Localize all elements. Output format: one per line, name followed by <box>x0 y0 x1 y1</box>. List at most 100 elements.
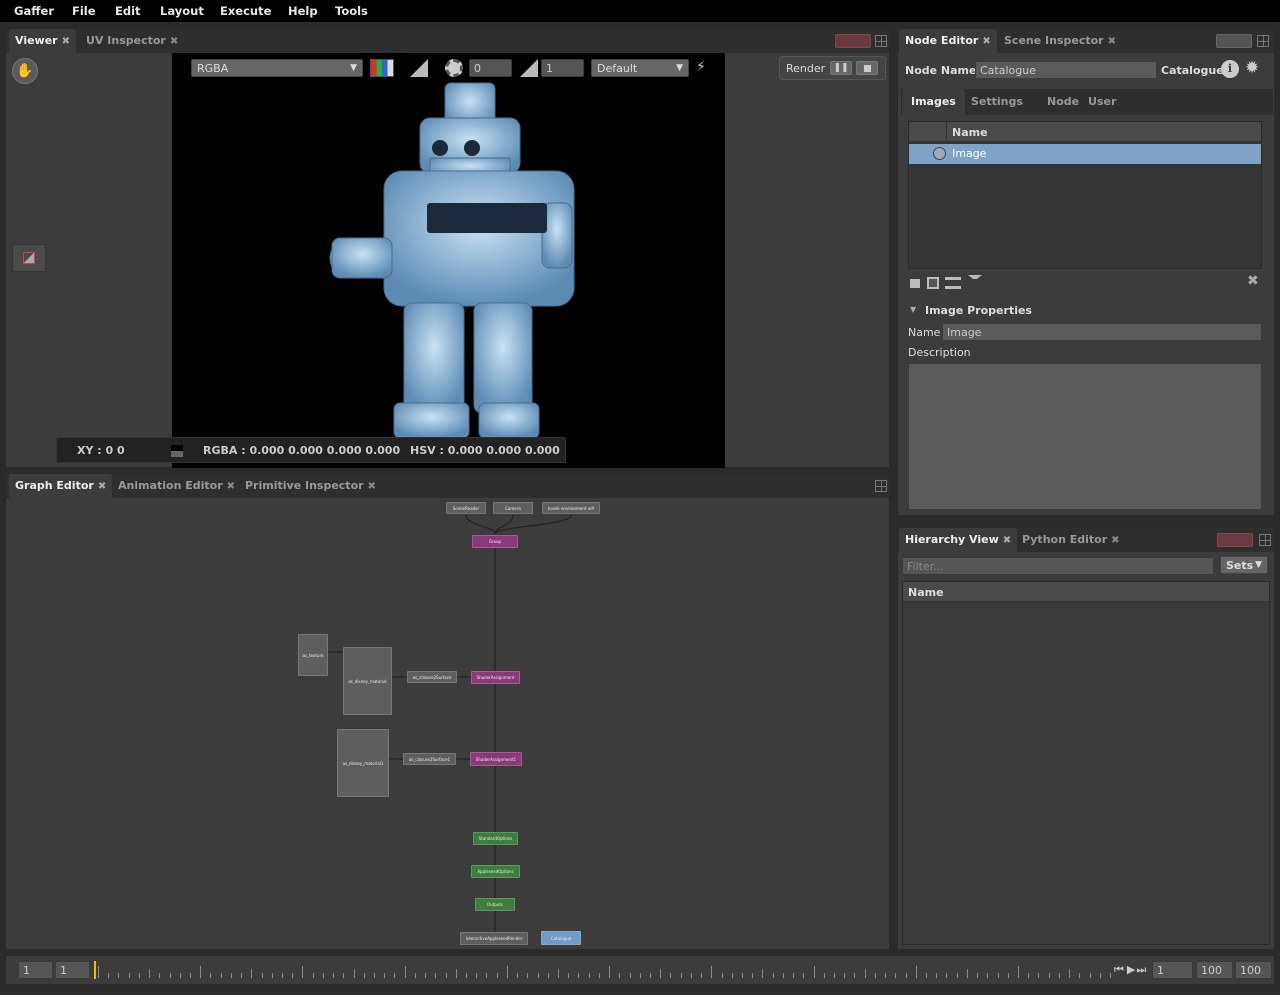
remove-icon[interactable]: ✖ <box>1247 273 1259 289</box>
layout-grid-icon[interactable] <box>875 480 887 492</box>
sets-dropdown[interactable]: Sets ▼ <box>1220 556 1268 574</box>
node-graph[interactable]: SceneReader Camera hosek environment edf… <box>6 498 889 949</box>
lightning-icon[interactable]: ⚡ <box>696 59 706 75</box>
graph-node-shaderassignment[interactable]: ShaderAssignment <box>471 671 520 684</box>
close-icon[interactable]: ✖ <box>368 481 376 492</box>
exposure-input[interactable]: 0 <box>469 59 512 77</box>
tab-node-editor[interactable]: Node Editor ✖ <box>899 29 997 53</box>
tab-hierarchy-view[interactable]: Hierarchy View ✖ <box>899 528 1018 552</box>
image-name-input[interactable]: Image <box>942 323 1262 341</box>
tab-scene-inspector[interactable]: Scene Inspector ✖ <box>998 29 1122 53</box>
close-icon[interactable]: ✖ <box>1003 535 1011 546</box>
close-icon[interactable]: ✖ <box>62 36 70 47</box>
menu-gaffer[interactable]: Gaffer <box>14 4 54 18</box>
skip-back-icon[interactable]: ⏮ <box>1114 963 1124 976</box>
info-icon[interactable]: i <box>1221 60 1239 78</box>
rgba-channel-icon[interactable] <box>370 59 394 77</box>
end-frame-input[interactable]: 100 <box>1235 961 1272 979</box>
graph-node-as-texture[interactable]: as_texture <box>298 634 328 676</box>
graph-node-scenereader[interactable]: SceneReader <box>446 502 486 514</box>
menu-execute[interactable]: Execute <box>220 4 271 18</box>
menu-help[interactable]: Help <box>288 4 318 18</box>
tab-primitive-inspector[interactable]: Primitive Inspector ✖ <box>239 474 382 498</box>
viewport[interactable] <box>172 53 725 468</box>
tab-node[interactable]: Node <box>1041 89 1085 115</box>
filter-input[interactable]: Filter... <box>902 557 1214 575</box>
aperture-icon[interactable] <box>445 59 463 77</box>
play-icon[interactable]: ▶ <box>1127 963 1136 976</box>
tab-animation-editor[interactable]: Animation Editor ✖ <box>112 474 241 498</box>
duplicate-icon[interactable] <box>927 277 939 289</box>
tab-viewer[interactable]: Viewer ✖ <box>9 29 76 53</box>
collapse-arrow-icon[interactable]: ▼ <box>910 305 916 314</box>
timeline-ruler[interactable] <box>98 962 1111 978</box>
node-name-input[interactable]: Catalogue <box>975 61 1157 79</box>
hand-tool-icon[interactable]: ✋ <box>12 58 38 84</box>
graph-node-group[interactable]: Group <box>472 535 518 548</box>
folder-icon[interactable] <box>910 279 920 288</box>
graph-node-standardoptions[interactable]: StandardOptions <box>473 832 518 845</box>
description-textarea[interactable] <box>908 363 1262 510</box>
skip-forward-icon[interactable]: ⏭ <box>1136 963 1146 976</box>
close-icon[interactable]: ✖ <box>98 481 106 492</box>
images-list[interactable]: Name Image <box>908 121 1262 269</box>
section-image-properties[interactable]: Image Properties <box>925 304 1032 317</box>
tab-settings[interactable]: Settings <box>965 89 1029 115</box>
graph-node-as-closure2surface1[interactable]: as_closure2Surface1 <box>403 753 456 765</box>
timeline-tick <box>782 973 784 978</box>
close-icon[interactable]: ✖ <box>1111 535 1119 546</box>
menu-layout[interactable]: Layout <box>160 4 204 18</box>
graph-node-interactiveappleseedrender[interactable]: InteractiveAppleseedRender <box>460 932 528 945</box>
hierarchy-tree[interactable]: Name <box>902 581 1270 945</box>
graph-node-appleseedoptions[interactable]: AppleseedOptions <box>471 865 520 878</box>
gamma-input[interactable]: 1 <box>541 59 584 77</box>
layout-grid-icon[interactable] <box>1257 35 1269 47</box>
graph-node-catalogue[interactable]: Catalogue <box>541 931 581 945</box>
menu-edit[interactable]: Edit <box>115 4 141 18</box>
menu-file[interactable]: File <box>72 4 96 18</box>
timeline-tick <box>455 969 457 978</box>
graph-node-as-closure2surface[interactable]: as_closure2Surface <box>407 671 457 683</box>
column-name[interactable]: Name <box>952 126 988 139</box>
close-icon[interactable]: ✖ <box>227 481 235 492</box>
list-item[interactable]: Image <box>909 144 1261 164</box>
playback-end-input[interactable]: 100 <box>1196 961 1233 979</box>
crop-tool-button[interactable] <box>12 244 46 272</box>
gear-icon[interactable]: ✹ <box>1245 58 1259 78</box>
timeline-tick <box>230 973 232 978</box>
layout-menu-button[interactable] <box>1217 533 1253 547</box>
tab-python-editor[interactable]: Python Editor ✖ <box>1016 528 1126 552</box>
pin-icon[interactable] <box>968 275 982 289</box>
graph-node-camera[interactable]: Camera <box>493 502 533 514</box>
tab-uv-inspector[interactable]: UV Inspector ✖ <box>80 29 184 53</box>
timeline-tick <box>190 973 191 978</box>
pause-button[interactable]: ❚❚ <box>830 61 852 75</box>
close-icon[interactable]: ✖ <box>982 36 990 47</box>
tab-user[interactable]: User <box>1082 89 1122 115</box>
start-frame-input[interactable]: 1 <box>18 961 53 979</box>
graph-node-environment-light[interactable]: hosek environment edf <box>542 502 600 514</box>
menu-tools[interactable]: Tools <box>335 4 368 18</box>
channels-dropdown[interactable]: RGBA ▼ <box>191 59 363 77</box>
layout-grid-icon[interactable] <box>875 35 887 47</box>
layout-menu-button[interactable] <box>1216 34 1252 48</box>
timeline-tick <box>1079 973 1081 978</box>
graph-node-outputs[interactable]: Outputs <box>475 898 515 911</box>
display-transform-dropdown[interactable]: Default ▼ <box>591 59 689 77</box>
close-icon[interactable]: ✖ <box>1108 36 1116 47</box>
tab-graph-editor[interactable]: Graph Editor ✖ <box>9 474 113 498</box>
graph-node-shaderassignment1[interactable]: ShaderAssignment1 <box>470 752 522 766</box>
close-icon[interactable]: ✖ <box>170 36 178 47</box>
export-icon[interactable] <box>945 277 961 289</box>
column-name[interactable]: Name <box>908 586 944 599</box>
tab-images[interactable]: Images <box>902 89 965 115</box>
current-frame-cursor[interactable] <box>94 961 96 979</box>
layout-menu-button[interactable] <box>835 34 871 48</box>
graph-node-as-disney-material1[interactable]: as_disney_material1 <box>337 729 389 797</box>
graph-node-as-disney-material[interactable]: as_disney_material <box>343 647 392 715</box>
current-frame-input[interactable]: 1 <box>1152 961 1193 979</box>
layout-grid-icon[interactable] <box>1259 534 1271 546</box>
viewer-panel: Viewer ✖ UV Inspector ✖ ✋ RGBA ▼ 0 1 Defaul… <box>5 28 890 468</box>
stop-button[interactable] <box>856 61 878 75</box>
playback-start-input[interactable]: 1 <box>55 961 90 979</box>
